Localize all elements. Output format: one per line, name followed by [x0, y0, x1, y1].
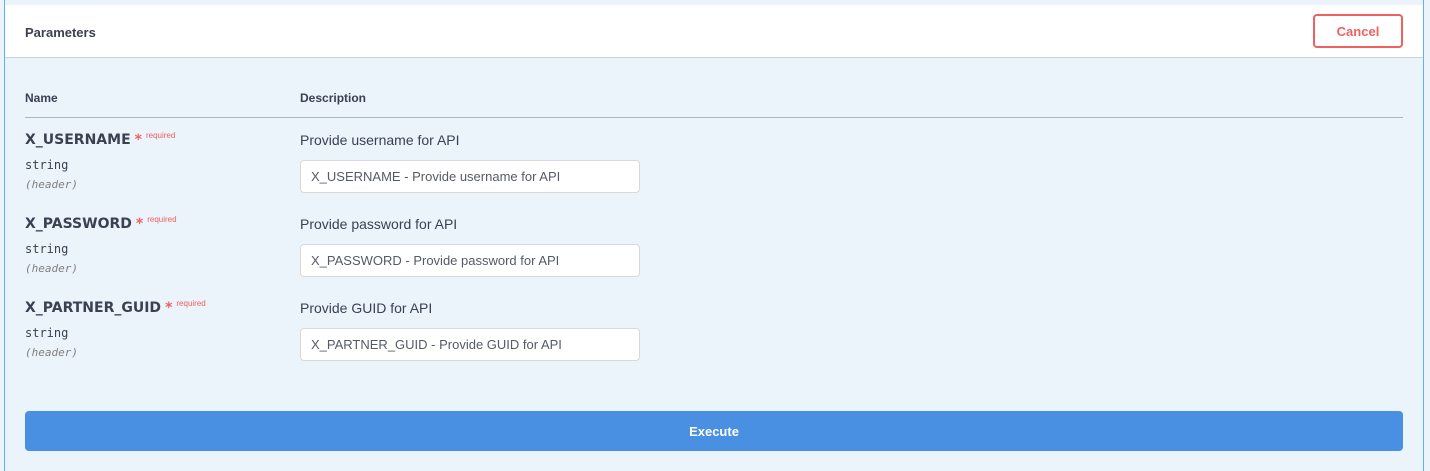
parameter-description: Provide password for API — [300, 216, 458, 232]
required-star: * — [134, 132, 142, 148]
column-header-description: Description — [300, 91, 367, 105]
parameter-type: string — [25, 326, 69, 340]
x-username-input[interactable] — [300, 160, 640, 193]
header-divider — [25, 117, 1403, 118]
parameter-row-x-partner-guid: X_PARTNER_GUID * required string (header) … — [5, 299, 1423, 384]
parameter-type: string — [25, 242, 69, 256]
parameter-name-text: X_USERNAME — [25, 132, 131, 148]
parameter-location: (header) — [25, 262, 78, 275]
parameter-name: X_PARTNER_GUID * required — [25, 299, 206, 316]
parameter-name-text: X_PARTNER_GUID — [25, 300, 162, 316]
execute-button[interactable]: Execute — [25, 411, 1403, 451]
x-partner-guid-input[interactable] — [300, 328, 640, 361]
x-password-input[interactable] — [300, 244, 640, 277]
parameter-name: X_PASSWORD * required — [25, 215, 177, 232]
parameter-type: string — [25, 158, 69, 172]
parameter-name: X_USERNAME * required — [25, 131, 176, 148]
column-header-name: Name — [25, 91, 58, 105]
parameter-location: (header) — [25, 178, 78, 191]
required-star: * — [165, 300, 173, 316]
parameter-description: Provide GUID for API — [300, 300, 433, 316]
cancel-button[interactable]: Cancel — [1313, 14, 1403, 48]
parameter-row-x-username: X_USERNAME * required string (header) Prov… — [5, 131, 1423, 216]
required-label: required — [147, 215, 177, 224]
required-label: required — [176, 299, 206, 308]
parameter-location: (header) — [25, 346, 78, 359]
parameters-header: Parameters Cancel — [5, 5, 1423, 58]
parameters-panel: Parameters Cancel Name Description X_USE… — [4, 0, 1424, 471]
parameter-name-text: X_PASSWORD — [25, 216, 132, 232]
section-title: Parameters — [25, 25, 96, 40]
required-label: required — [145, 131, 176, 140]
parameter-row-x-password: X_PASSWORD * required string (header) Prov… — [5, 215, 1423, 300]
parameter-description: Provide username for API — [300, 132, 460, 148]
required-star: * — [135, 216, 144, 232]
